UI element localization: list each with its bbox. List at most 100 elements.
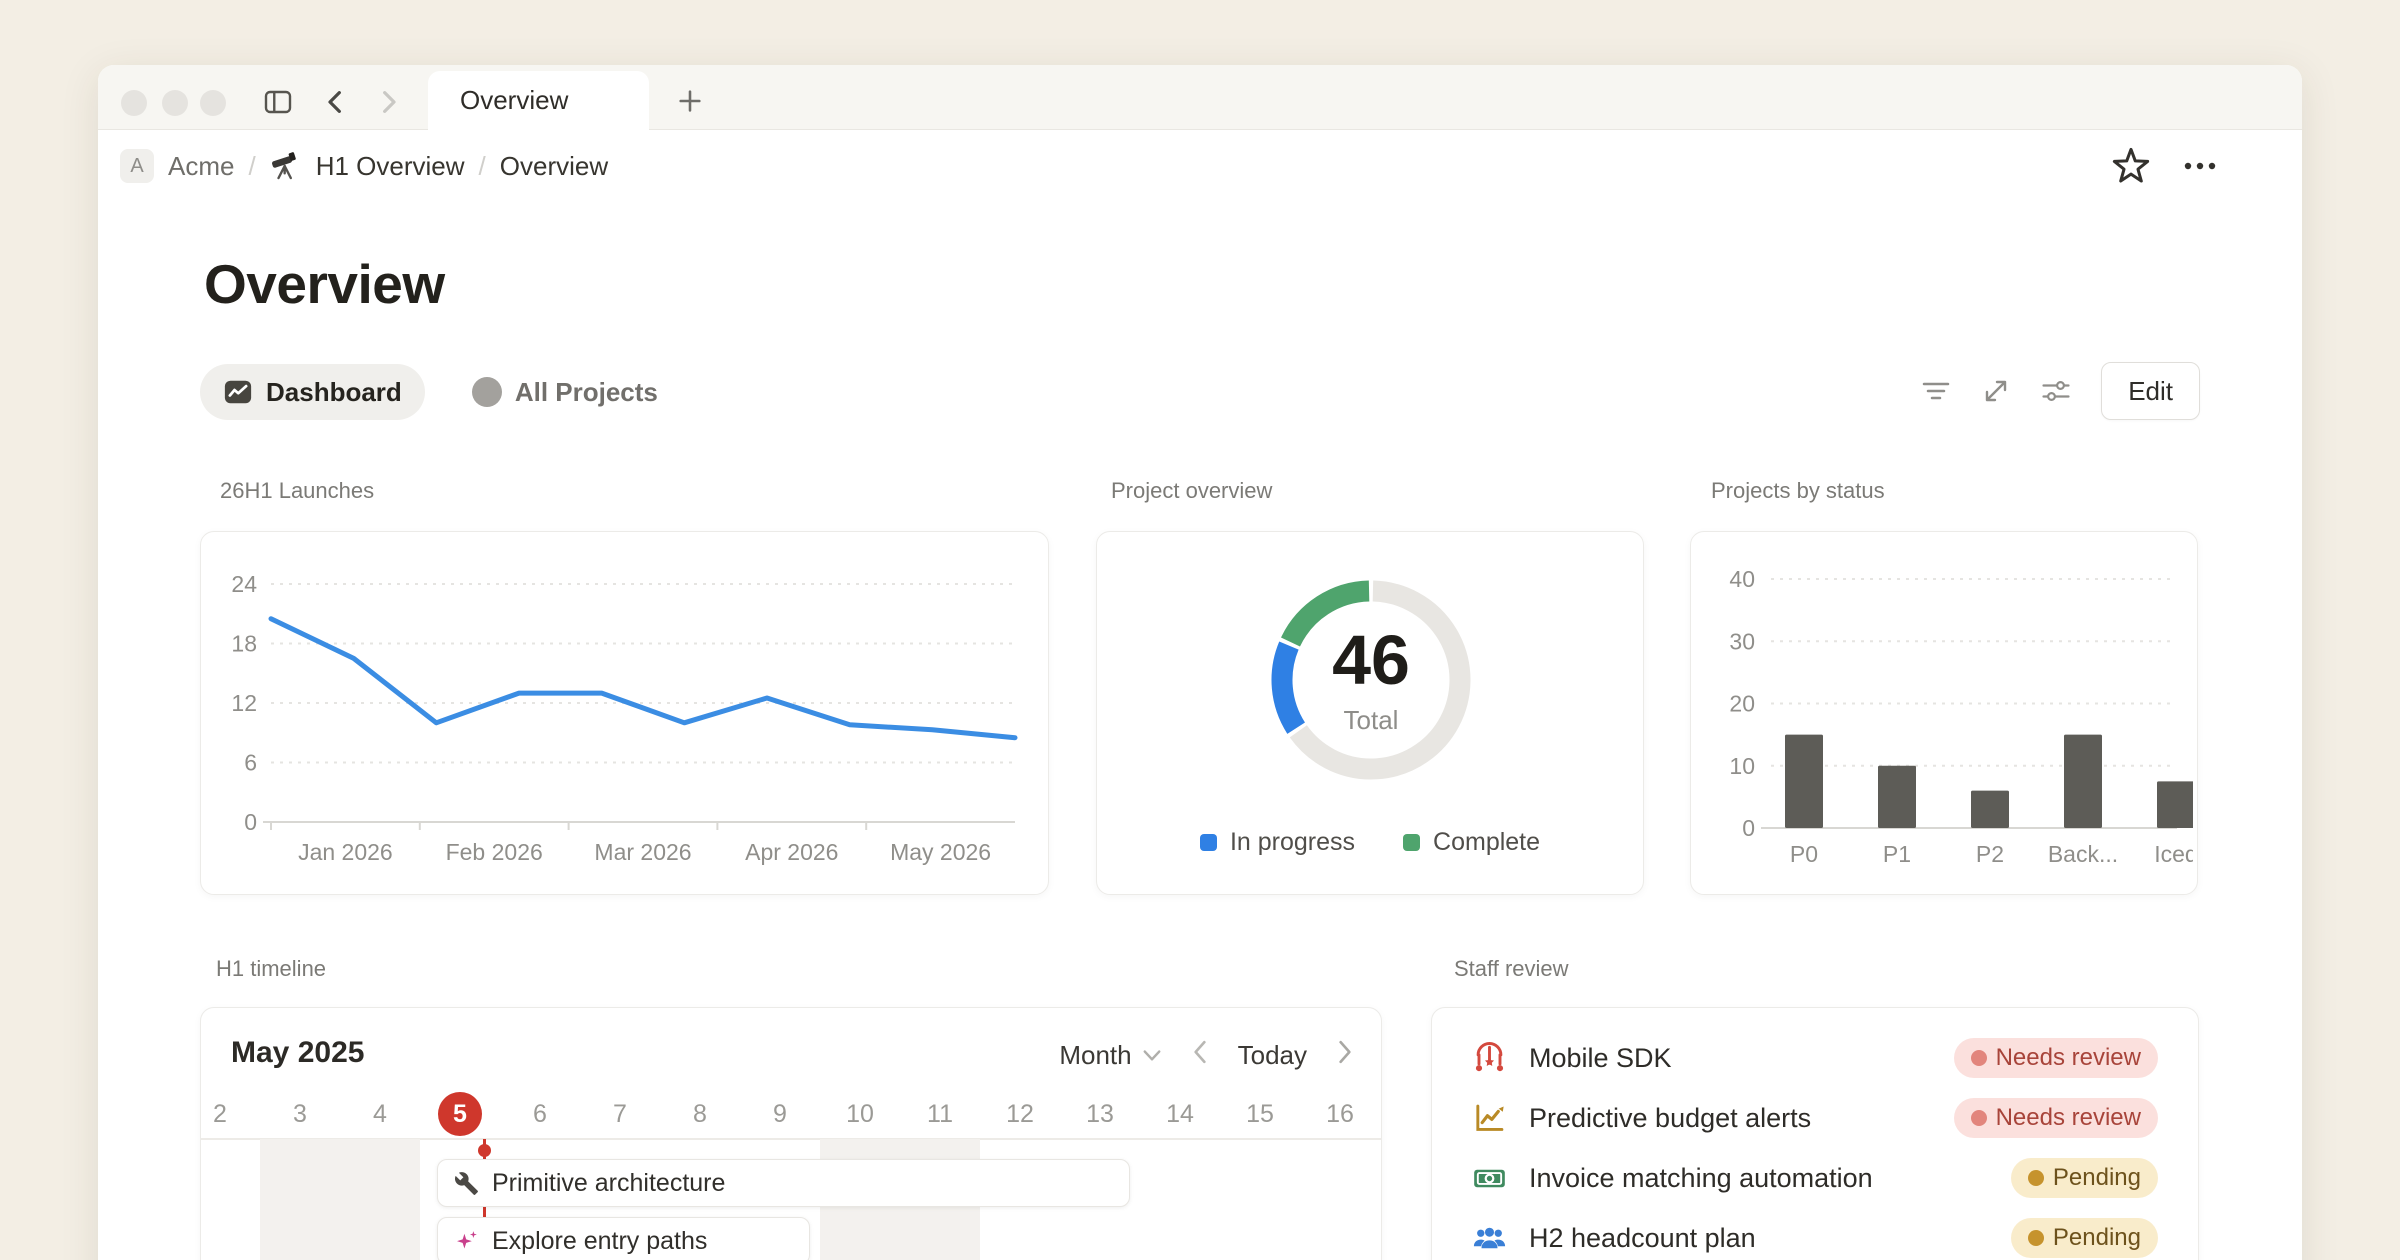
- breadcrumb: A Acme / H1 Overview / Overview: [120, 140, 608, 192]
- workspace-badge[interactable]: A: [120, 149, 154, 183]
- new-tab-icon[interactable]: [676, 87, 704, 115]
- traffic-light-close[interactable]: [121, 90, 147, 116]
- breadcrumb-parent[interactable]: H1 Overview: [316, 151, 465, 182]
- tab-all-projects[interactable]: All Projects: [449, 364, 681, 420]
- browser-tab-active[interactable]: Overview: [428, 71, 649, 130]
- calendar-day[interactable]: 13: [1070, 1092, 1130, 1136]
- expand-icon[interactable]: [1981, 376, 2011, 406]
- prev-period-icon[interactable]: [1192, 1040, 1208, 1071]
- telescope-icon: [270, 150, 302, 182]
- timeline-entry[interactable]: Primitive architecture: [437, 1159, 1130, 1207]
- breadcrumb-current[interactable]: Overview: [500, 151, 608, 182]
- calendar-day[interactable]: 16: [1310, 1092, 1370, 1136]
- favorite-star-icon[interactable]: [2112, 147, 2150, 185]
- edit-button[interactable]: Edit: [2101, 362, 2200, 420]
- tab-dashboard-label: Dashboard: [266, 377, 402, 408]
- staff-review-item[interactable]: H2 headcount planPending: [1472, 1208, 2158, 1260]
- forward-icon[interactable]: [372, 86, 404, 118]
- weekend-shade: [340, 1139, 420, 1260]
- svg-text:24: 24: [231, 571, 257, 597]
- more-options-icon[interactable]: [2180, 147, 2220, 185]
- calendar-day-today[interactable]: 5: [430, 1092, 490, 1136]
- staff-item-label: Invoice matching automation: [1529, 1163, 2011, 1194]
- view-tabs: Dashboard All Projects: [200, 364, 681, 420]
- status-badge[interactable]: Pending: [2011, 1218, 2158, 1258]
- staff-review-list: Mobile SDKNeeds reviewPredictive budget …: [1472, 1028, 2158, 1260]
- svg-text:40: 40: [1729, 566, 1755, 592]
- next-period-icon[interactable]: [1337, 1040, 1353, 1071]
- timeline-entry[interactable]: Explore entry paths: [437, 1217, 810, 1260]
- back-icon[interactable]: [320, 86, 352, 118]
- traffic-light-zoom[interactable]: [200, 90, 226, 116]
- project-overview-card-label: Project overview: [1111, 478, 1272, 504]
- status-badge[interactable]: Pending: [2011, 1158, 2158, 1198]
- legend-item: In progress: [1200, 828, 1355, 857]
- svg-text:10: 10: [1729, 753, 1755, 779]
- status-dot: [1971, 1050, 1987, 1066]
- svg-text:P0: P0: [1790, 841, 1818, 867]
- view-mode-label: Month: [1059, 1040, 1131, 1071]
- gray-circle-icon: [472, 377, 502, 407]
- calendar-day[interactable]: 3: [270, 1092, 330, 1136]
- calendar-day[interactable]: 9: [750, 1092, 810, 1136]
- calendar-day[interactable]: 10: [830, 1092, 890, 1136]
- view-mode-dropdown[interactable]: Month: [1059, 1040, 1161, 1071]
- project-overview-card: 46 Total In progress Complete: [1096, 531, 1644, 895]
- donut-total-value: 46: [1332, 625, 1410, 695]
- donut-legend: In progress Complete: [1097, 828, 1643, 857]
- wrench-icon: [454, 1171, 479, 1196]
- timeline-card-label: H1 timeline: [216, 956, 326, 982]
- svg-text:Feb 2026: Feb 2026: [446, 839, 543, 865]
- staff-card-label: Staff review: [1454, 956, 1569, 982]
- edit-button-label: Edit: [2128, 376, 2173, 407]
- status-bar-chart: 010203040P0P1P2Back...Iced: [1707, 560, 2193, 880]
- status-badge[interactable]: Needs review: [1954, 1038, 2158, 1078]
- today-button[interactable]: Today: [1238, 1040, 1307, 1071]
- launches-line-chart: 24181260Jan 2026Feb 2026Mar 2026Apr 2026…: [215, 560, 1035, 880]
- calendar-day[interactable]: 7: [590, 1092, 650, 1136]
- sparkle-icon: [454, 1229, 479, 1254]
- svg-text:0: 0: [244, 809, 257, 835]
- timeline-entry-label: Primitive architecture: [492, 1169, 725, 1198]
- calendar-day[interactable]: 14: [1150, 1092, 1210, 1136]
- status-badge[interactable]: Needs review: [1954, 1098, 2158, 1138]
- staff-review-item[interactable]: Mobile SDKNeeds review: [1472, 1028, 2158, 1088]
- traffic-light-minimize[interactable]: [162, 90, 188, 116]
- today-marker-dot: [478, 1144, 491, 1157]
- filter-icon[interactable]: [1921, 376, 1951, 406]
- svg-text:Back...: Back...: [2048, 841, 2118, 867]
- svg-text:May 2026: May 2026: [890, 839, 991, 865]
- legend-label: Complete: [1433, 828, 1540, 857]
- timeline-card: May 2025 Month Today 2345678910111213141…: [200, 1007, 1382, 1260]
- legend-item: Complete: [1403, 828, 1540, 857]
- timeline-controls: Month Today: [1059, 1040, 1353, 1071]
- calendar-day[interactable]: 12: [990, 1092, 1050, 1136]
- page-actions: [2112, 147, 2220, 185]
- calendar-day[interactable]: 6: [510, 1092, 570, 1136]
- staff-item-label: H2 headcount plan: [1529, 1223, 2011, 1254]
- legend-swatch: [1200, 834, 1217, 851]
- breadcrumb-workspace[interactable]: Acme: [168, 151, 234, 182]
- calendar-day[interactable]: 15: [1230, 1092, 1290, 1136]
- svg-text:Iced: Iced: [2154, 841, 2193, 867]
- calendar-day-row: 23456789 10 11 12 13 14 15 16: [201, 1092, 1381, 1138]
- donut-center: 46 Total: [1271, 580, 1471, 780]
- sliders-icon[interactable]: [2041, 376, 2071, 406]
- view-controls: Edit: [1921, 362, 2200, 420]
- timeline-body: Primitive architecture Explore entry path…: [201, 1139, 1381, 1260]
- staff-item-label: Predictive budget alerts: [1529, 1103, 1954, 1134]
- calendar-day[interactable]: 2: [200, 1092, 250, 1136]
- calendar-day[interactable]: 8: [670, 1092, 730, 1136]
- calendar-day[interactable]: 11: [910, 1092, 970, 1136]
- timeline-entry-label: Explore entry paths: [492, 1227, 707, 1256]
- by-status-chart-card: 010203040P0P1P2Back...Iced: [1690, 531, 2198, 895]
- svg-text:18: 18: [231, 631, 257, 657]
- staff-review-item[interactable]: Invoice matching automationPending: [1472, 1148, 2158, 1208]
- tab-title: Overview: [460, 85, 568, 116]
- svg-text:P1: P1: [1883, 841, 1911, 867]
- sidebar-toggle-icon[interactable]: [262, 86, 294, 118]
- staff-review-item[interactable]: Predictive budget alertsNeeds review: [1472, 1088, 2158, 1148]
- calendar-day[interactable]: 4: [350, 1092, 410, 1136]
- svg-text:6: 6: [244, 750, 257, 776]
- tab-dashboard[interactable]: Dashboard: [200, 364, 425, 420]
